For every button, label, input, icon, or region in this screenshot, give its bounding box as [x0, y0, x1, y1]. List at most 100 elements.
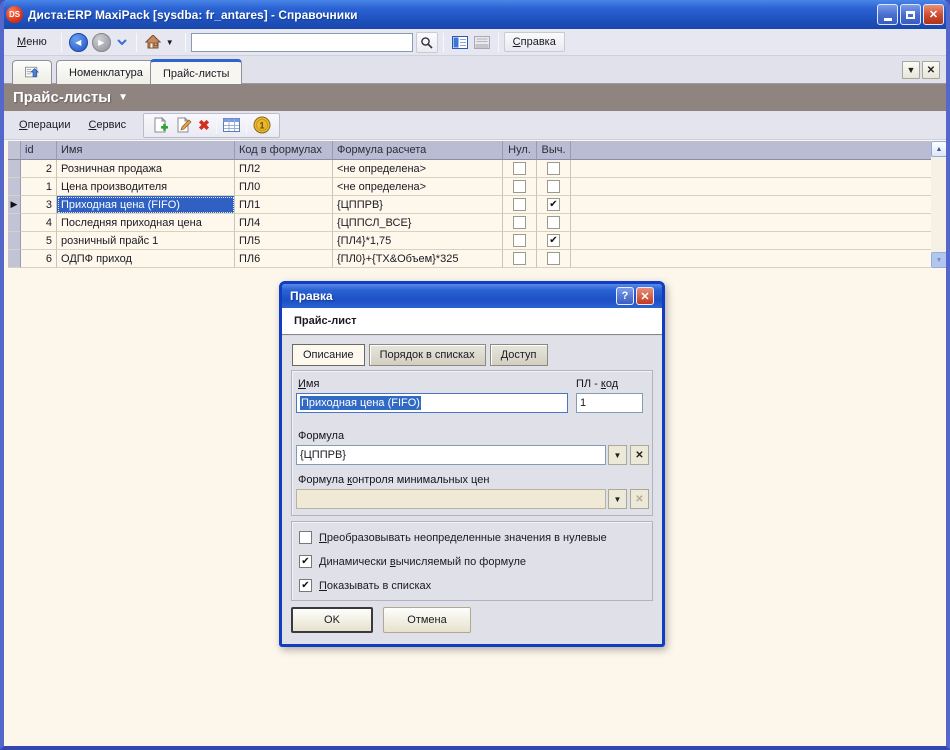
cell-name[interactable]: ОДПФ приход: [57, 250, 235, 268]
tab-list-dropdown-button[interactable]: ▼: [902, 61, 920, 79]
cell-id[interactable]: 4: [21, 214, 57, 232]
cell-name[interactable]: Розничная продажа: [57, 160, 235, 178]
cell-formula[interactable]: <не определена>: [333, 160, 503, 178]
col-id[interactable]: id: [21, 141, 57, 160]
delete-button[interactable]: ✖: [198, 117, 210, 134]
cell-formula[interactable]: {ПЛ0}+{ТХ&Объем}*325: [333, 250, 503, 268]
cell-vych[interactable]: [537, 214, 571, 232]
forward-button[interactable]: ▶: [92, 33, 111, 52]
title-bar[interactable]: DS Диста:ERP MaxiPack [sysdba: fr_antare…: [0, 0, 950, 29]
table-row[interactable]: 4Последняя приходная ценаПЛ4{ЦППСЛ_ВСЕ}: [8, 214, 947, 232]
cell-vych[interactable]: [537, 178, 571, 196]
code-field[interactable]: 1: [576, 393, 643, 413]
cell-formula[interactable]: {ПЛ4}*1,75: [333, 232, 503, 250]
cell-id[interactable]: 6: [21, 250, 57, 268]
min-formula-dropdown-button[interactable]: ▼: [608, 489, 627, 509]
formula-field[interactable]: {ЦППРВ}: [296, 445, 606, 465]
table-row[interactable]: ▶3Приходная цена (FIFO)ПЛ1{ЦППРВ}✔: [8, 196, 947, 214]
col-vych[interactable]: Выч.: [537, 141, 571, 160]
close-button[interactable]: ✕: [923, 4, 944, 25]
cell-code[interactable]: ПЛ0: [235, 178, 333, 196]
table-row[interactable]: 1Цена производителяПЛ0<не определена>: [8, 178, 947, 196]
checkbox-icon[interactable]: [513, 162, 526, 175]
cell-vych[interactable]: [537, 160, 571, 178]
cell-name[interactable]: Приходная цена (FIFO): [57, 196, 235, 214]
checkbox-icon[interactable]: [299, 531, 312, 544]
cell-id[interactable]: 1: [21, 178, 57, 196]
search-button[interactable]: [416, 32, 438, 53]
dialog-checkbox[interactable]: ✔Динамически вычисляемый по формуле: [299, 555, 526, 568]
table-row[interactable]: 2Розничная продажаПЛ2<не определена>: [8, 160, 947, 178]
history-dropdown-button[interactable]: [117, 39, 127, 45]
maximize-button[interactable]: [900, 4, 921, 25]
menu-button[interactable]: Меню: [8, 32, 56, 52]
cell-code[interactable]: ПЛ4: [235, 214, 333, 232]
cell-vych[interactable]: [537, 250, 571, 268]
tab-price-lists[interactable]: Прайс-листы: [150, 59, 242, 85]
edit-button[interactable]: [175, 117, 192, 134]
cell-name[interactable]: Последняя приходная цена: [57, 214, 235, 232]
col-nul[interactable]: Нул.: [503, 141, 537, 160]
tab-navigator[interactable]: [12, 60, 52, 84]
checkbox-icon[interactable]: [513, 180, 526, 193]
tab-nomenclatura[interactable]: Номенклатура: [56, 60, 156, 84]
checkbox-icon[interactable]: ✔: [547, 198, 560, 211]
cell-code[interactable]: ПЛ1: [235, 196, 333, 214]
checkbox-icon[interactable]: [547, 216, 560, 229]
currency-button[interactable]: 1: [253, 116, 271, 134]
dialog-checkbox[interactable]: Преобразовывать неопределенные значения …: [299, 531, 607, 544]
dialog-title-bar[interactable]: Правка ? ✕: [282, 284, 662, 308]
checkbox-icon[interactable]: ✔: [547, 234, 560, 247]
table-view-button[interactable]: [223, 118, 240, 132]
dialog-tab-description[interactable]: Описание: [292, 344, 365, 366]
menu-operations[interactable]: Операции: [10, 115, 79, 135]
checkbox-icon[interactable]: ✔: [299, 579, 312, 592]
cell-formula[interactable]: {ЦППСЛ_ВСЕ}: [333, 214, 503, 232]
cell-name[interactable]: Цена производителя: [57, 178, 235, 196]
menu-service[interactable]: Сервис: [79, 115, 135, 135]
dialog-tab-order[interactable]: Порядок в списках: [369, 344, 486, 366]
table-scrollbar[interactable]: ▲ ▼: [931, 141, 947, 268]
checkbox-icon[interactable]: [547, 252, 560, 265]
cell-vych[interactable]: ✔: [537, 232, 571, 250]
cell-nul[interactable]: [503, 178, 537, 196]
checkbox-icon[interactable]: [547, 180, 560, 193]
col-code[interactable]: Код в формулах: [235, 141, 333, 160]
cell-id[interactable]: 2: [21, 160, 57, 178]
cell-nul[interactable]: [503, 232, 537, 250]
col-formula[interactable]: Формула расчета: [333, 141, 503, 160]
checkbox-icon[interactable]: ✔: [299, 555, 312, 568]
dialog-close-button[interactable]: ✕: [636, 287, 654, 305]
formula-clear-button[interactable]: ✕: [630, 445, 649, 465]
scroll-up-button[interactable]: ▲: [931, 141, 947, 157]
minimize-button[interactable]: [877, 4, 898, 25]
search-input[interactable]: [191, 33, 413, 52]
home-dropdown-button[interactable]: ▼: [166, 38, 174, 47]
cell-id[interactable]: 5: [21, 232, 57, 250]
header-dropdown-button[interactable]: ▼: [118, 92, 128, 103]
back-button[interactable]: ◀: [69, 33, 88, 52]
cell-nul[interactable]: [503, 250, 537, 268]
cancel-button[interactable]: Отмена: [383, 607, 471, 633]
cell-code[interactable]: ПЛ5: [235, 232, 333, 250]
checkbox-icon[interactable]: [547, 162, 560, 175]
help-button[interactable]: Справка: [504, 32, 565, 52]
dialog-help-button[interactable]: ?: [616, 287, 634, 305]
view-left-panel-button[interactable]: [449, 32, 471, 53]
cell-formula[interactable]: {ЦППРВ}: [333, 196, 503, 214]
view-bottom-panel-button[interactable]: [471, 32, 493, 53]
ok-button[interactable]: OK: [291, 607, 373, 633]
dialog-tab-access[interactable]: Доступ: [490, 344, 548, 366]
col-name[interactable]: Имя: [57, 141, 235, 160]
scroll-down-button[interactable]: ▼: [931, 252, 947, 268]
tab-close-button[interactable]: ✕: [922, 61, 940, 79]
checkbox-icon[interactable]: [513, 198, 526, 211]
cell-formula[interactable]: <не определена>: [333, 178, 503, 196]
cell-code[interactable]: ПЛ6: [235, 250, 333, 268]
cell-name[interactable]: розничный прайс 1: [57, 232, 235, 250]
cell-nul[interactable]: [503, 214, 537, 232]
dialog-checkbox[interactable]: ✔Показывать в списках: [299, 579, 431, 592]
cell-nul[interactable]: [503, 196, 537, 214]
formula-dropdown-button[interactable]: ▼: [608, 445, 627, 465]
table-row[interactable]: 5розничный прайс 1ПЛ5{ПЛ4}*1,75 ✔: [8, 232, 947, 250]
